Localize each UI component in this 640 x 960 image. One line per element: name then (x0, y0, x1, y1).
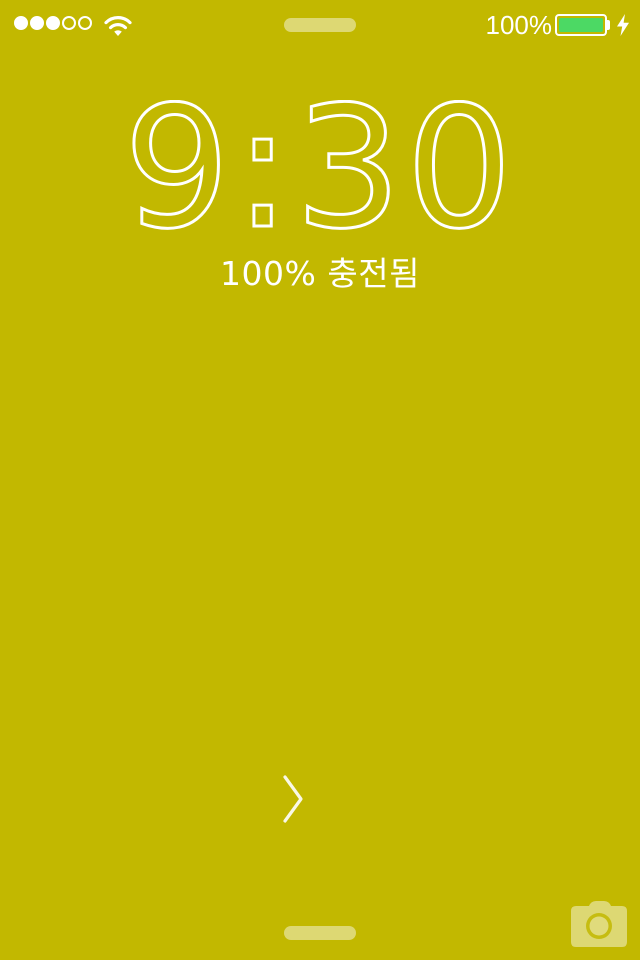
lightning-bolt-icon (617, 14, 629, 36)
wifi-icon (104, 16, 132, 36)
status-bar: 100% (0, 0, 640, 50)
camera-icon[interactable] (570, 900, 628, 948)
battery-percent: 100% (485, 10, 553, 40)
signal-dot (62, 16, 76, 30)
signal-dot (46, 16, 60, 30)
clock: 9:30 (122, 100, 516, 240)
signal-dot (78, 16, 92, 30)
signal-dot (14, 16, 28, 30)
signal-dot (30, 16, 44, 30)
charge-status: 100% 충전됨 (220, 254, 420, 293)
lock-screen: 100% 9:30 100% 충전됨 (0, 0, 640, 960)
clock-time: 9:30 (123, 100, 516, 240)
chevron-right-icon[interactable] (270, 770, 316, 830)
battery-terminal (607, 20, 610, 30)
control-center-grabber[interactable] (284, 926, 356, 940)
battery-level-fill (559, 18, 603, 32)
signal-strength-indicator (14, 16, 92, 30)
battery-icon (555, 14, 607, 36)
notification-center-grabber[interactable] (284, 18, 356, 32)
